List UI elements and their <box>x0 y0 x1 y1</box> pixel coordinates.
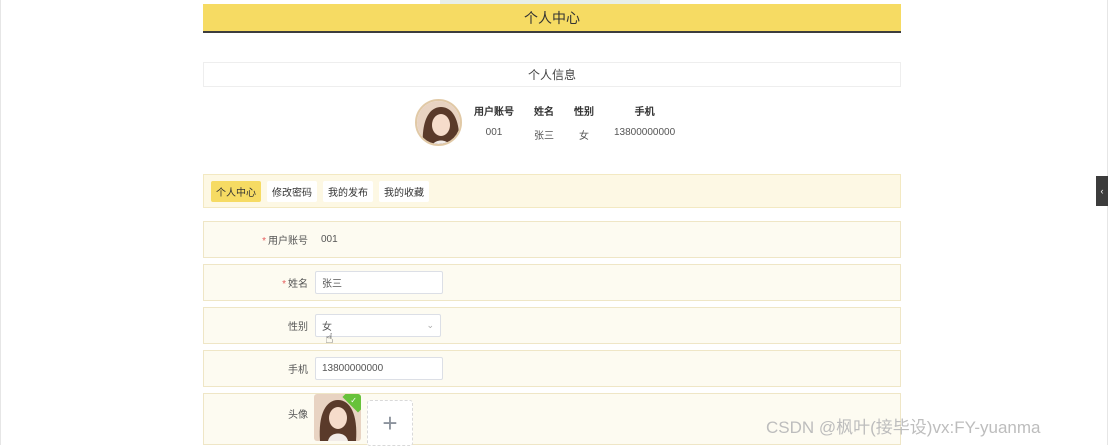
gender-select[interactable]: 女 ⌄ <box>315 314 441 337</box>
page-header: 个人中心 <box>203 4 901 33</box>
gender-label: 性别 <box>288 322 308 333</box>
summary-value: 女 <box>579 130 589 142</box>
name-label: 姓名 <box>288 279 308 290</box>
field-label: * 用户账号 <box>204 232 312 247</box>
check-icon: ✓ <box>350 395 358 405</box>
required-mark: * <box>262 236 266 247</box>
form-row-account: * 用户账号 001 <box>203 221 901 258</box>
account-label: 用户账号 <box>268 236 308 247</box>
plus-icon[interactable]: + <box>367 400 413 446</box>
chevron-left-icon[interactable]: ‹ <box>1096 176 1108 206</box>
field-label: * 姓名 <box>204 275 312 290</box>
account-value: 001 <box>321 234 338 245</box>
summary-col-gender: 性别 女 <box>574 103 594 142</box>
form-row-phone: 手机 13800000000 <box>203 350 901 387</box>
tab-my-posts[interactable]: 我的发布 <box>323 180 373 202</box>
summary-col-account: 用户账号 001 <box>474 103 514 142</box>
watermark: CSDN @枫叶(接毕设)vx:FY-yuanma <box>766 418 1041 437</box>
info-section-title: 个人信息 <box>203 62 901 87</box>
summary-header: 手机 <box>634 106 655 118</box>
summary-columns: 用户账号 001 姓名 张三 性别 女 手机 13800000000 <box>474 103 695 142</box>
hand-cursor-icon: ☝ <box>325 330 334 346</box>
avatar <box>415 98 462 146</box>
summary-value: 001 <box>485 126 503 138</box>
summary-header: 性别 <box>574 106 594 118</box>
phone-input[interactable]: 13800000000 <box>315 357 443 380</box>
avatar-upload: ✓ + <box>314 394 413 446</box>
required-mark: * <box>282 279 286 290</box>
phone-label: 手机 <box>288 365 308 376</box>
tab-change-password[interactable]: 修改密码 <box>267 180 317 202</box>
summary-value: 13800000000 <box>614 126 676 138</box>
chevron-down-icon: ⌄ <box>426 320 434 330</box>
form-row-name: * 姓名 张三 <box>203 264 901 301</box>
profile-summary: 用户账号 001 姓名 张三 性别 女 手机 13800000000 <box>415 98 695 146</box>
summary-col-name: 姓名 张三 <box>534 103 554 142</box>
summary-value: 张三 <box>534 130 554 142</box>
profile-tabs: 个人中心 修改密码 我的发布 我的收藏 <box>203 174 901 208</box>
summary-col-phone: 手机 13800000000 <box>614 103 675 142</box>
avatar-thumbnail[interactable]: ✓ <box>314 394 361 441</box>
form-row-gender: 性别 女 ⌄ <box>203 307 901 344</box>
tab-profile[interactable]: 个人中心 <box>211 180 261 202</box>
summary-header: 用户账号 <box>474 106 514 118</box>
page-title: 个人中心 <box>524 9 580 26</box>
name-input[interactable]: 张三 <box>315 271 443 294</box>
tab-my-favorites[interactable]: 我的收藏 <box>379 180 429 202</box>
summary-header: 姓名 <box>534 106 554 118</box>
avatar-label: 头像 <box>288 410 308 421</box>
